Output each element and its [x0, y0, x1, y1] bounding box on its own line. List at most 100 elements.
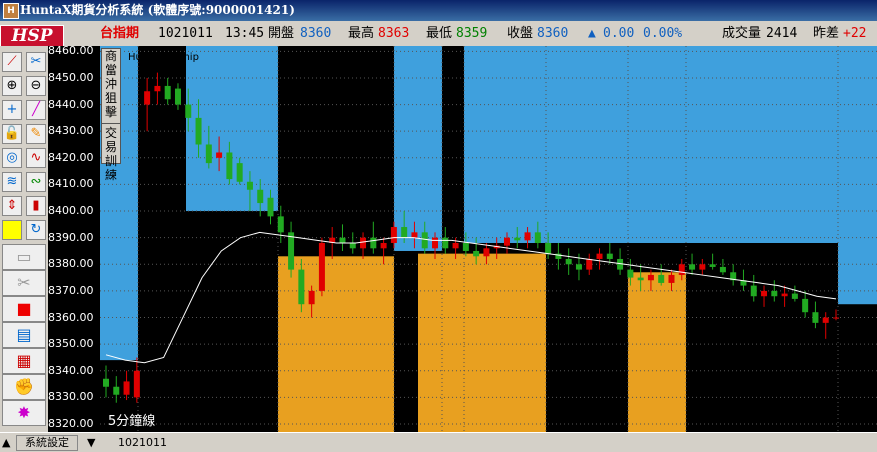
side-tab-training-label: 交易訓練: [104, 126, 117, 182]
quote-time: 13:45: [225, 26, 265, 41]
candle-body: [113, 386, 120, 395]
candle-body: [205, 144, 212, 164]
candle-body: [401, 227, 408, 238]
candle-body: [781, 293, 788, 297]
candle-body: [709, 264, 716, 267]
y-tick-label: 8320.00: [48, 417, 94, 430]
candle-body: [298, 269, 305, 305]
window-title: HuntaX期貨分析系統 (軟體序號:9000001421): [20, 3, 295, 17]
candle-body: [699, 264, 706, 270]
trendline-icon[interactable]: ⟋: [2, 52, 22, 72]
grid-icon[interactable]: ▦: [2, 348, 46, 374]
candle-body: [503, 237, 510, 246]
candle-body: [411, 232, 418, 238]
quote-date: 1021011: [158, 26, 213, 41]
candle-body: [174, 88, 181, 105]
candle-body: [144, 91, 151, 105]
low-value: 8359: [456, 26, 488, 41]
candle-body: [719, 266, 726, 273]
orange-band: [418, 253, 546, 432]
y-tick-label: 8370.00: [48, 283, 94, 297]
zoom-out-icon[interactable]: ⊖: [26, 76, 46, 96]
tool-panel: ⟋ ✂ ⊕ ⊖ + ╱ 🔓 ✎ ◎ ∿ ≋ ∾ ⇕ ▮ ↻ ▭ ✂ ■ ▤ ▦ …: [0, 46, 48, 432]
stop-icon[interactable]: ■: [2, 296, 46, 322]
color-swatch-icon[interactable]: [2, 220, 22, 240]
candle-body: [226, 152, 233, 180]
candle-body: [123, 381, 130, 395]
candle-body: [658, 274, 665, 283]
refresh-icon[interactable]: ↻: [26, 220, 46, 240]
high-label: 最高: [348, 26, 375, 41]
symbol-name[interactable]: 台指期: [100, 22, 139, 46]
side-tab-daytrade[interactable]: 商當沖狙擊 交易訓練: [101, 48, 121, 182]
y-tick-label: 8460.00: [48, 44, 94, 58]
oscillator-icon[interactable]: ∾: [26, 172, 46, 192]
quote-bar: 台指期 1021011 13:45 開盤 8360 最高 8363 最低 835…: [0, 22, 877, 46]
zoom-in-icon[interactable]: ⊕: [2, 76, 22, 96]
candle-body: [185, 104, 192, 118]
gloves-icon[interactable]: ✊: [2, 374, 46, 400]
system-settings-button[interactable]: 系統設定: [16, 435, 78, 451]
chart-file-label: Huntax06.mip: [128, 52, 199, 63]
candle-body: [370, 237, 377, 249]
chart-area[interactable]: [48, 46, 877, 432]
candle-body: [236, 163, 243, 182]
candle-body: [606, 253, 613, 259]
candle-body: [308, 290, 315, 305]
candle-icon[interactable]: ▮: [26, 196, 46, 216]
candle-body: [133, 370, 140, 398]
change-value: 0.00: [603, 26, 635, 41]
candle-body: [575, 264, 582, 270]
compass-icon[interactable]: ◎: [2, 148, 22, 168]
flat-arrow-icon: ▲: [588, 26, 596, 41]
high-value: 8363: [378, 26, 410, 41]
blue-band: [838, 46, 877, 305]
candle-body: [360, 237, 367, 249]
orange-band: [628, 272, 686, 432]
candle-body: [432, 237, 439, 249]
tool-icon[interactable]: ✂: [26, 52, 46, 72]
candle-body: [668, 274, 675, 283]
status-down-icon[interactable]: ▼: [87, 433, 95, 452]
candle-body: [267, 197, 274, 217]
blue-band: [394, 46, 442, 251]
arrows-icon[interactable]: ⇕: [2, 196, 22, 216]
candle-body: [771, 290, 778, 297]
chart-caption: 5分鐘線: [108, 414, 156, 429]
candle-body: [637, 277, 644, 281]
candle-body: [277, 216, 284, 233]
diff-label: 昨差: [813, 26, 840, 41]
side-tab-daytrade-label: 商當沖狙擊: [104, 49, 117, 119]
y-tick-label: 8330.00: [48, 390, 94, 404]
indicator-icon[interactable]: ≋: [2, 172, 22, 192]
candle-body: [524, 232, 531, 241]
low-label: 最低: [426, 26, 453, 41]
volume-value: 2414: [766, 26, 798, 41]
y-axis: 8460.00 8450.00 8440.00 8430.00 8420.00 8410.…: [48, 44, 100, 432]
candle-body: [380, 242, 387, 249]
close-value: 8360: [537, 26, 569, 41]
candle-body: [514, 237, 521, 241]
line-icon[interactable]: ╱: [26, 100, 46, 120]
chart-icon[interactable]: ▤: [2, 322, 46, 348]
candle-body: [339, 237, 346, 243]
lock-icon[interactable]: 🔓: [2, 124, 22, 144]
burst-icon[interactable]: ✸: [2, 400, 46, 426]
title-bar: H HuntaX期貨分析系統 (軟體序號:9000001421): [0, 0, 877, 21]
volume-label: 成交量: [722, 26, 762, 41]
candlestick-chart[interactable]: [48, 46, 877, 432]
scissors-icon[interactable]: ✂: [2, 270, 46, 296]
candle-body: [195, 117, 202, 145]
pencil-icon[interactable]: ✎: [26, 124, 46, 144]
candle-body: [154, 85, 161, 92]
candle-body: [452, 242, 459, 249]
candle-body: [596, 253, 603, 259]
candle-body: [318, 242, 325, 291]
wave-icon[interactable]: ∿: [26, 148, 46, 168]
y-tick-label: 8340.00: [48, 363, 94, 377]
blue-band: [464, 46, 838, 243]
folder-icon[interactable]: ▭: [2, 244, 46, 270]
crosshair-icon[interactable]: +: [2, 100, 22, 120]
candle-body: [421, 232, 428, 249]
status-up-icon[interactable]: ▲: [2, 433, 10, 452]
